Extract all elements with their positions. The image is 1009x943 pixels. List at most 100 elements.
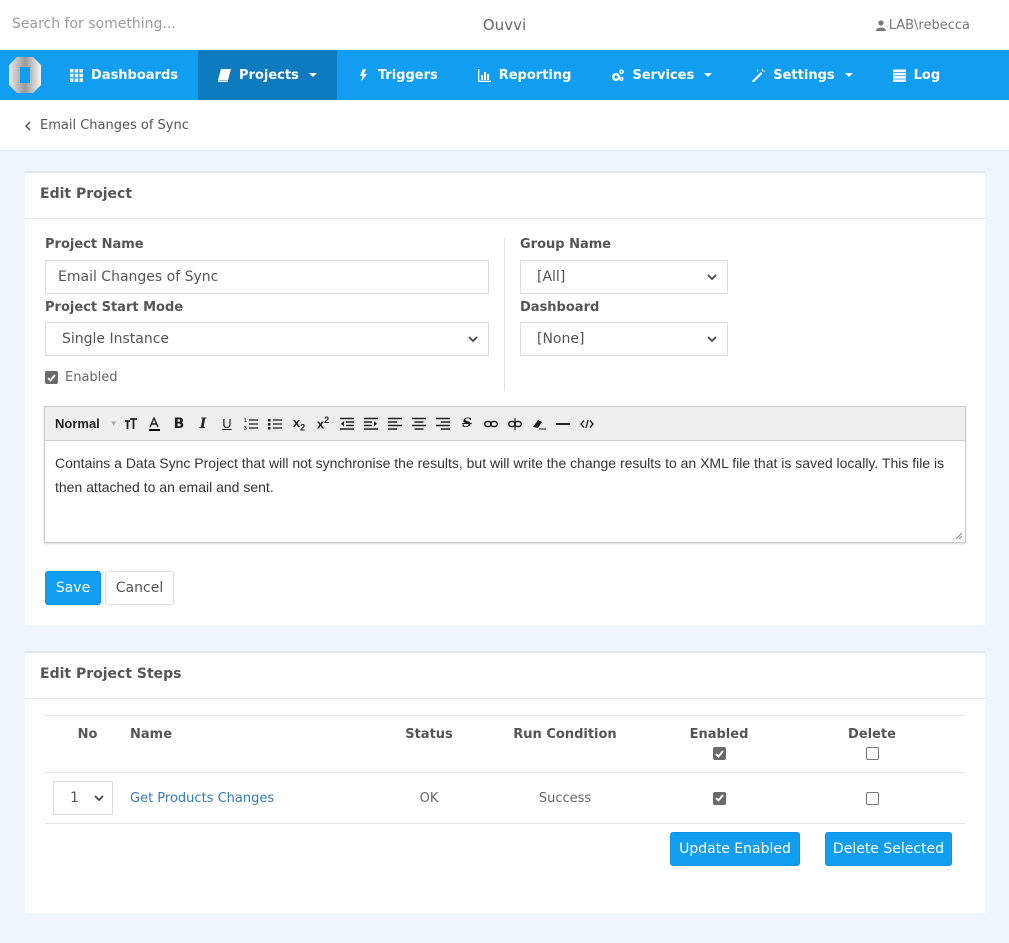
resize-handle-icon[interactable] [954,531,963,540]
edit-project-title: Edit Project [25,173,985,219]
align-left-button[interactable] [383,414,407,434]
col-enabled-label: Enabled [689,727,749,742]
italic-icon: I [199,415,207,432]
svg-text:1: 1 [244,418,247,424]
nav-services[interactable]: Services [591,50,732,100]
nav-dashboards-label: Dashboards [91,67,179,83]
chevron-left-icon [24,120,31,131]
col-run-condition: Run Condition [513,727,617,742]
bolt-icon [359,68,367,82]
indent-button[interactable] [359,414,383,434]
steps-table: No Name Status Run Condition Enabled Del… [45,715,965,824]
subscript-button[interactable]: x2 [287,414,311,434]
delete-selected-button[interactable]: Delete Selected [825,832,952,866]
step-enabled-cell [652,791,786,805]
update-enabled-button[interactable]: Update Enabled [670,832,800,866]
editor-toolbar: Normal ▼ B I U 13 x2 x2 S [45,407,965,441]
delete-all-checkbox[interactable] [865,747,879,760]
font-color-button[interactable] [143,414,167,434]
outdent-button[interactable] [335,414,359,434]
start-mode-select[interactable]: Single Instance [45,322,489,356]
app-title-text: Ouvvi [482,16,527,34]
code-icon [580,419,594,428]
underline-icon: U [222,416,232,431]
step-name-cell: Get Products Changes [130,791,380,806]
nav-log[interactable]: Log [873,50,961,100]
chevron-down-icon [468,335,478,342]
table-row: 1 Get Products Changes OK Success [45,773,965,824]
enable-all-checkbox[interactable] [712,747,726,760]
svg-text:3: 3 [244,426,247,431]
step-order-select[interactable]: 1 [53,781,113,815]
dashboard-value: [None] [537,331,585,347]
underline-button[interactable]: U [215,414,239,434]
code-view-button[interactable] [575,414,599,434]
align-left-icon [388,417,402,430]
align-center-button[interactable] [407,414,431,434]
nav-triggers[interactable]: Triggers [337,50,458,100]
nav-reporting[interactable]: Reporting [458,50,592,100]
horizontal-rule-icon [556,422,570,425]
clear-format-button[interactable] [527,414,551,434]
unordered-list-button[interactable] [263,414,287,434]
ordered-list-icon: 13 [244,418,258,431]
format-dropdown[interactable]: Normal ▼ [55,414,119,434]
step-no-value: 1 [70,790,79,806]
enabled-checkbox-row[interactable]: Enabled [45,370,118,385]
enabled-checkbox[interactable] [45,371,58,384]
step-status: OK [419,790,439,806]
align-center-icon [412,417,426,430]
chevron-down-icon [94,794,104,801]
col-enabled: Enabled [652,716,786,772]
nav-services-label: Services [632,67,695,83]
steps-table-header: No Name Status Run Condition Enabled Del… [45,716,965,773]
italic-button[interactable]: I [191,414,215,434]
col-no: No [77,727,98,742]
edit-project-card: Edit Project Project Name Email Changes … [25,171,985,625]
magic-wand-icon [752,68,766,82]
align-right-button[interactable] [431,414,455,434]
edit-steps-card: Edit Project Steps No Name Status Run Co… [25,651,985,913]
col-delete-label: Delete [848,727,896,742]
check-icon [714,794,724,802]
col-status: Status [405,727,453,742]
dashboard-select[interactable]: [None] [520,322,728,356]
group-name-value: [All] [537,269,566,285]
breadcrumb-bar: Email Changes of Sync [0,100,1009,151]
search-input[interactable] [12,16,232,32]
link-button[interactable] [479,414,503,434]
step-enabled-checkbox[interactable] [712,791,726,805]
list-icon [892,69,906,82]
back-link[interactable]: Email Changes of Sync [24,118,189,133]
step-name-link[interactable]: Get Products Changes [130,791,274,806]
user-menu[interactable]: LAB\rebecca [875,18,970,33]
editor-content[interactable]: Contains a Data Sync Project that will n… [45,441,965,542]
group-name-select[interactable]: [All] [520,260,728,294]
nav-dashboards[interactable]: Dashboards [50,50,198,100]
caret-down-icon [704,73,713,77]
check-icon [47,373,56,382]
font-size-icon [125,417,137,429]
nav-projects[interactable]: Projects [198,50,337,100]
strikethrough-button[interactable]: S [455,414,479,434]
main-navbar: Dashboards Projects Triggers Reporting S… [0,50,1009,100]
ordered-list-button[interactable]: 13 [239,414,263,434]
step-no-cell: 1 [45,781,130,815]
horizontal-rule-button[interactable] [551,414,575,434]
font-size-button[interactable] [119,414,143,434]
nav-settings-label: Settings [773,67,835,83]
save-button[interactable]: Save [45,571,101,605]
step-run-condition: Success [538,790,592,806]
start-mode-label: Project Start Mode [45,300,184,315]
chevron-down-icon [707,273,717,280]
step-delete-checkbox[interactable] [865,791,879,805]
nav-settings[interactable]: Settings [732,50,872,100]
superscript-button[interactable]: x2 [311,414,335,434]
breadcrumb-title: Email Changes of Sync [40,118,189,133]
bold-button[interactable]: B [167,414,191,434]
project-name-input[interactable]: Email Changes of Sync [45,260,489,294]
col-delete: Delete [786,716,958,772]
unlink-button[interactable] [503,414,527,434]
cancel-button[interactable]: Cancel [105,571,174,605]
app-logo[interactable] [0,50,50,100]
